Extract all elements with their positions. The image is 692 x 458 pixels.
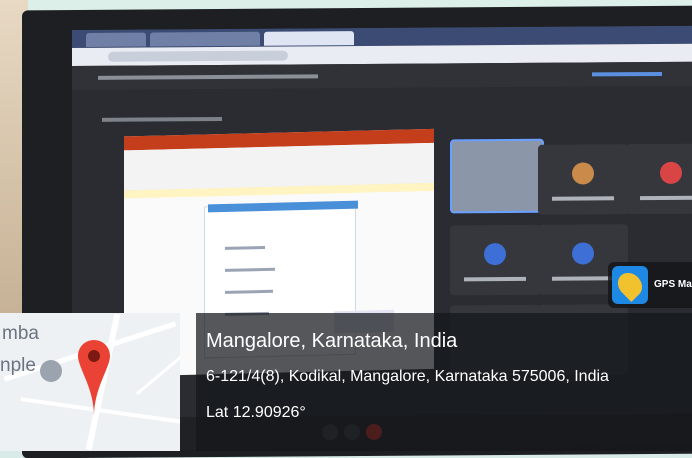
participant-name: [640, 195, 692, 201]
browser-tab: [150, 31, 260, 47]
participant-avatar: [572, 242, 594, 265]
map-pin-icon: [78, 340, 110, 416]
participant-tile: [450, 224, 540, 296]
url-field: [108, 50, 288, 62]
meet-notice-bar: [72, 61, 692, 91]
participant-tile: [538, 144, 628, 215]
location-title: Mangalore, Karnataka, India: [206, 330, 458, 352]
slide-text-line: [225, 267, 275, 272]
participant-name: [552, 276, 614, 281]
location-address: 6-121/4(8), Kodikal, Mangalore, Karnatak…: [206, 368, 609, 385]
notice-link: [592, 71, 662, 77]
presenter-label: [102, 117, 222, 122]
participant-tile-active: [450, 138, 544, 214]
participant-avatar: [484, 243, 506, 266]
gps-app-label: GPS Ma: [654, 279, 692, 290]
participant-avatar: [572, 162, 594, 185]
browser-tab-active: [264, 31, 354, 46]
browser-tab: [86, 32, 146, 47]
map-place-label: nple: [0, 355, 36, 376]
participant-tile: [626, 143, 692, 215]
location-latitude: Lat 12.90926°: [206, 404, 306, 421]
map-road: [136, 354, 180, 395]
participant-name: [464, 276, 526, 282]
participant-avatar: [660, 161, 682, 184]
notice-text: [98, 74, 318, 80]
participant-name: [552, 196, 614, 201]
map-place-label: mba: [2, 323, 39, 344]
place-marker-icon: [40, 360, 62, 382]
slide-text-line: [225, 245, 265, 250]
slide-text-line: [225, 289, 273, 294]
